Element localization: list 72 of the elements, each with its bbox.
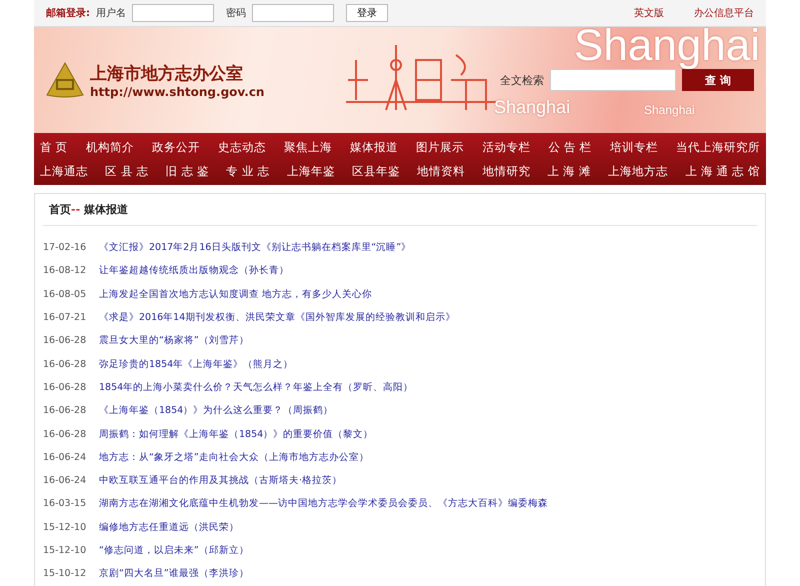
emblem-icon — [46, 62, 84, 98]
nav-link[interactable]: 上 海 滩 — [548, 164, 591, 178]
article-link[interactable]: 1854年的上海小菜卖什么价？天气怎么样？年鉴上全有（罗昕、高阳） — [99, 380, 414, 394]
nav-link[interactable]: 图片展示 — [416, 140, 464, 154]
search-button[interactable]: 查 询 — [682, 69, 754, 91]
article-link[interactable]: 《求是》2016年14期刊发权衡、洪民荣文章《国外智库发展的经验教训和启示》 — [99, 311, 456, 324]
username-label: 用户名 — [96, 6, 126, 20]
article-date: 16-06-24 — [43, 475, 88, 486]
nav-link[interactable]: 旧 志 鉴 — [166, 164, 210, 178]
login-label: 邮箱登录: — [46, 6, 90, 20]
nav-link[interactable]: 区 县 志 — [105, 164, 149, 178]
article-date: 16-06-28 — [43, 335, 88, 346]
nav-link[interactable]: 区县年鉴 — [352, 164, 400, 178]
nav-link[interactable]: 地情资料 — [417, 164, 466, 178]
nav-link[interactable]: 专 业 志 — [226, 164, 270, 178]
breadcrumb-separator: -- — [71, 203, 80, 216]
article-date: 15-12-10 — [43, 522, 88, 533]
article-link[interactable]: 弥足珍贵的1854年《上海年鉴》（熊月之） — [99, 358, 294, 371]
nav-link[interactable]: 上海年鉴 — [286, 164, 335, 178]
article-date: 15-10-12 — [43, 568, 88, 580]
nav-link[interactable]: 聚焦上海 — [284, 140, 332, 154]
top-link[interactable]: 英文版 — [634, 6, 664, 20]
nav-link[interactable]: 上海地方志 — [608, 164, 668, 178]
nav-link[interactable]: 地情研究 — [482, 164, 530, 178]
article-link[interactable]: “修志问道，以启未来”（邱新立） — [99, 544, 249, 557]
article-date: 16-08-12 — [43, 265, 88, 276]
article-date: 15-12-10 — [43, 545, 88, 556]
search-label: 全文检索 — [500, 72, 544, 88]
nav-link[interactable]: 培训专栏 — [610, 140, 658, 154]
top-link[interactable]: 办公信息平台 — [694, 6, 754, 20]
username-field[interactable] — [132, 4, 214, 22]
article-link[interactable]: 地方志：从“象牙之塔”走向社会大众（上海市地方志办公室） — [99, 450, 369, 464]
article-link[interactable]: 周振鹤：如何理解《上海年鉴（1854）》的重要价值（黎文） — [99, 428, 374, 441]
banner-decor-text: Shanghai — [494, 97, 570, 118]
article-link[interactable]: 中欧互联互通平台的作用及其挑战（古斯塔夫·格拉茨） — [99, 474, 342, 488]
article-link[interactable]: 《上海年鉴（1854）》为什么这么重要？（周振鹤） — [99, 404, 334, 418]
breadcrumb-home[interactable]: 首页 — [49, 203, 71, 216]
breadcrumb-current: 媒体报道 — [84, 203, 128, 216]
password-field[interactable] — [252, 4, 334, 22]
article-link[interactable]: 编修地方志任重道远（洪民荣） — [99, 520, 239, 534]
nav-link[interactable]: 史志动态 — [218, 140, 266, 154]
article-date: 16-03-15 — [43, 498, 88, 510]
banner-decor-text: Shanghai — [644, 103, 695, 117]
nav-link[interactable]: 当代上海研究所 — [676, 140, 760, 154]
article-date: 16-06-28 — [43, 405, 88, 416]
nav-link[interactable]: 上 海 通 志 馆 — [685, 164, 760, 178]
nav-link[interactable]: 首 页 — [40, 140, 68, 154]
nav-link[interactable]: 活动专栏 — [482, 140, 530, 154]
article-link[interactable]: 湖南方志在湖湘文化底蕴中生机勃发——访中国地方志学会学术委员会委员、《方志大百科》编委梅森 — [99, 497, 548, 510]
article-date: 16-07-21 — [43, 312, 88, 324]
article-link[interactable]: 京剧“四大名旦”谁最强（李洪珍） — [99, 567, 249, 580]
nav-link[interactable]: 公 告 栏 — [548, 140, 592, 154]
site-title: 上海市地方志办公室 — [90, 62, 244, 84]
article-link[interactable]: 上海发起全国首次地方志认知度调查 地方志，有多少人关心你 — [99, 288, 372, 301]
nav-link[interactable]: 机构简介 — [86, 140, 134, 154]
nav-link[interactable]: 媒体报道 — [350, 140, 398, 154]
article-link[interactable]: 让年鉴超越传统纸质出版物观念（孙长青） — [99, 264, 289, 278]
article-date: 16-06-28 — [43, 382, 88, 393]
article-date: 16-06-24 — [43, 452, 88, 463]
site-url: http://www.shtong.gov.cn — [90, 84, 264, 98]
password-label: 密码 — [226, 6, 246, 20]
article-date: 17-02-16 — [43, 242, 88, 254]
article-date: 16-06-28 — [43, 358, 88, 370]
article-date: 16-06-28 — [43, 428, 88, 440]
search-field[interactable] — [550, 69, 676, 91]
banner-decor-text: Shanghai — [574, 27, 760, 71]
nav-link[interactable]: 政务公开 — [152, 140, 200, 154]
nav-link[interactable]: 上海通志 — [40, 164, 88, 178]
article-link[interactable]: 震旦女大里的“杨家将”（刘雪芹） — [99, 334, 249, 348]
article-date: 16-08-05 — [43, 288, 88, 300]
article-link[interactable]: 《文汇报》2017年2月16日头版刊文《别让志书躺在档案库里“沉睡”》 — [99, 241, 412, 254]
login-button[interactable]: 登录 — [346, 4, 388, 22]
